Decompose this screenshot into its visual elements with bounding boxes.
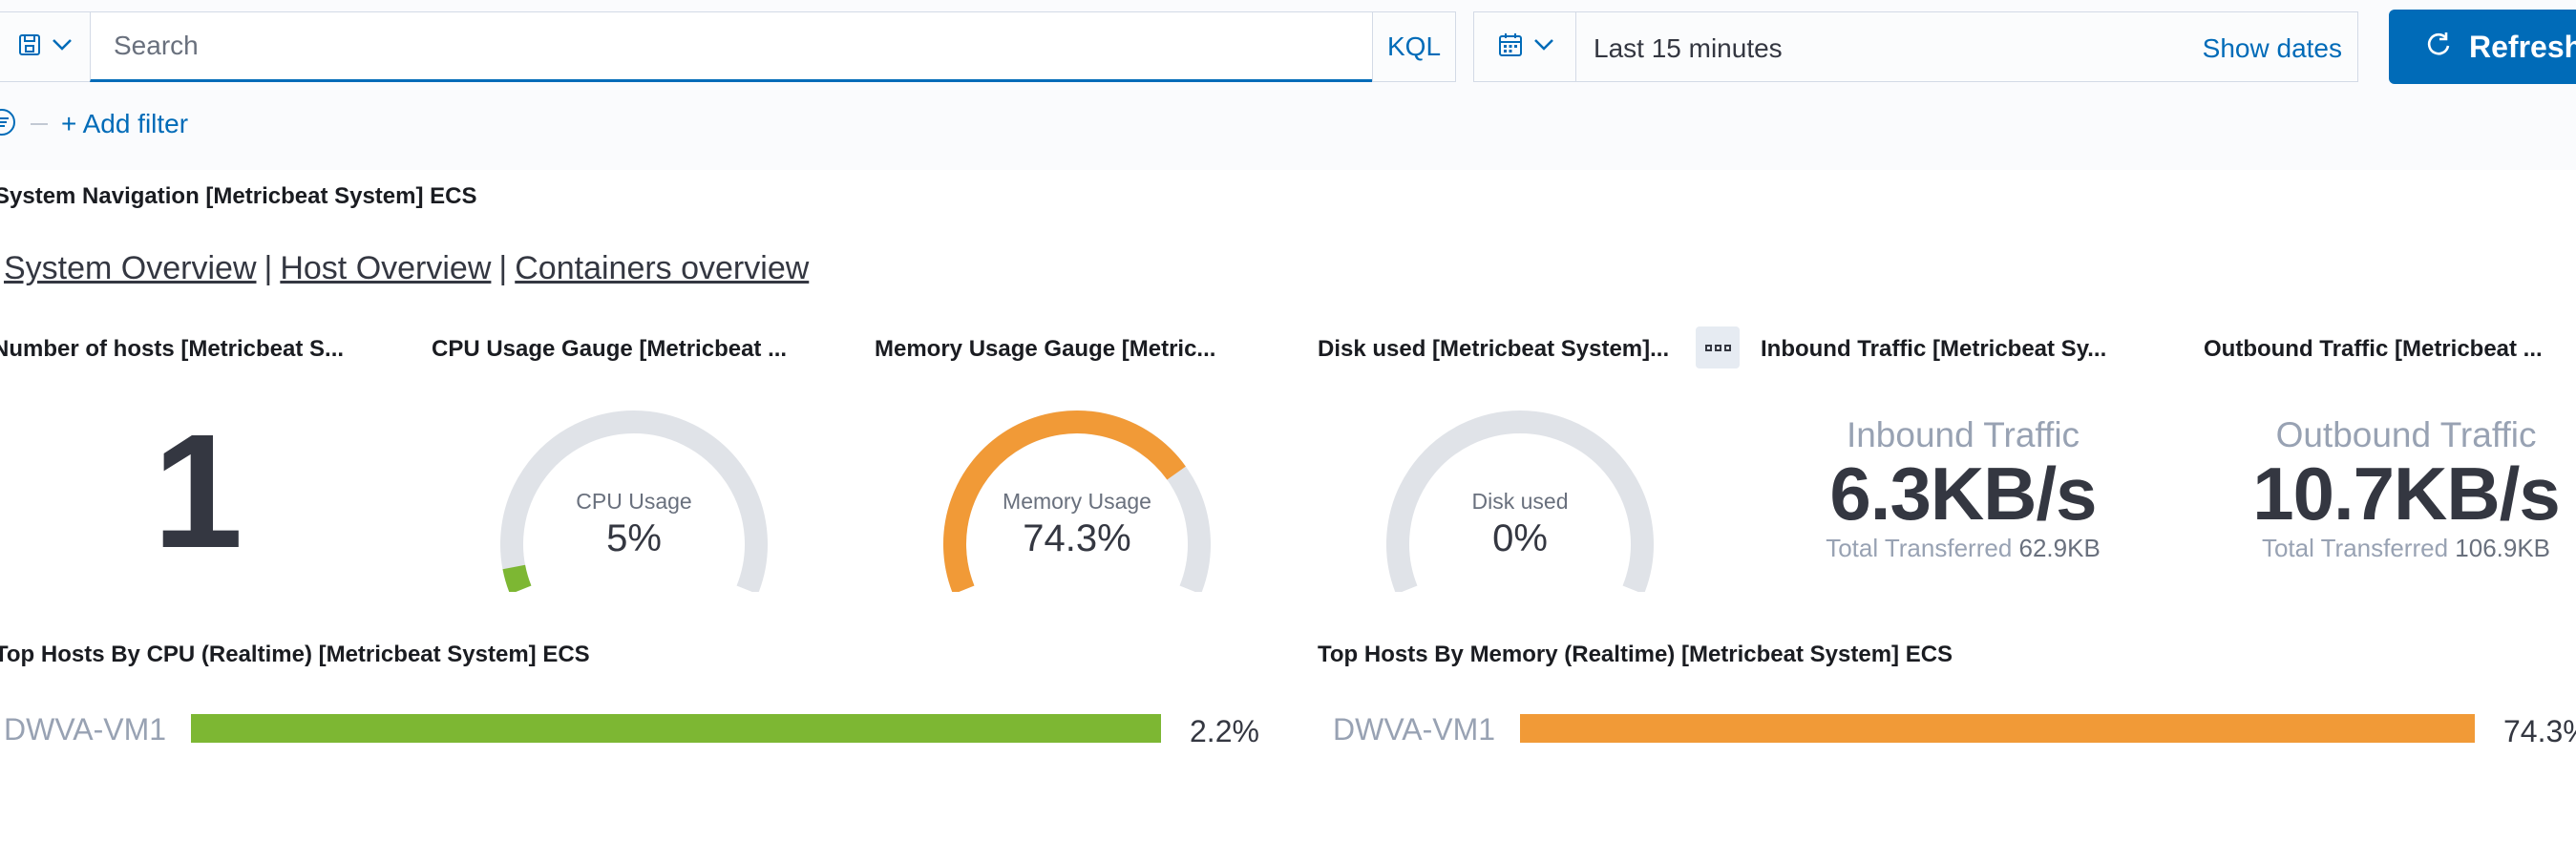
total-value: 106.9KB: [2455, 533, 2551, 562]
total-label: Total Transferred: [1826, 533, 2013, 562]
total-value: 62.9KB: [2018, 533, 2101, 562]
link-system-overview[interactable]: System Overview: [4, 250, 257, 286]
hosts-count: 1: [153, 401, 243, 582]
refresh-button[interactable]: Refresh: [2389, 10, 2576, 84]
inbound-panel-title: Inbound Traffic [Metricbeat Sy...: [1761, 336, 2107, 362]
top-memory-panel-title: Top Hosts By Memory (Realtime) [Metricbe…: [1318, 642, 1953, 667]
total-label: Total Transferred: [2261, 533, 2449, 562]
memory-panel-title: Memory Usage Gauge [Metric...: [875, 336, 1216, 362]
gauge-value: 0%: [1492, 517, 1548, 559]
filter-options-icon[interactable]: [0, 107, 17, 142]
top-cpu-value: 2.2%: [1190, 714, 1259, 748]
time-range-text[interactable]: Last 15 minutes: [1594, 33, 1783, 64]
gauge-label: Memory Usage: [1003, 489, 1151, 514]
top-memory-host-label: DWVA-VM1: [1333, 712, 1496, 747]
traffic-label: Outbound Traffic: [2275, 415, 2537, 454]
hosts-panel-title: Number of hosts [Metricbeat S...: [0, 336, 345, 362]
kql-language-button[interactable]: KQL: [1372, 11, 1456, 82]
top-memory-value: 74.3%: [2503, 714, 2576, 748]
inbound-traffic-metric: Inbound Traffic 6.3KB/s Total Transferre…: [1753, 415, 2173, 563]
save-icon: [17, 32, 42, 62]
filter-divider: [31, 123, 48, 125]
chevron-down-icon: [52, 38, 73, 56]
calendar-icon: [1497, 32, 1524, 63]
traffic-total: Total Transferred 106.9KB: [2196, 534, 2576, 563]
quick-date-menu-button[interactable]: [1473, 11, 1576, 82]
gauge-label: Disk used: [1471, 489, 1569, 514]
disk-panel-title: Disk used [Metricbeat System]...: [1318, 336, 1670, 362]
traffic-total: Total Transferred 62.9KB: [1753, 534, 2173, 563]
disk-used-gauge: Disk used 0%: [1377, 401, 1663, 592]
traffic-value: 10.7KB/s: [2252, 451, 2561, 536]
traffic-value: 6.3KB/s: [1829, 451, 2097, 536]
gauge-fill: [502, 564, 532, 592]
date-range-picker[interactable]: Last 15 minutes Show dates: [1575, 11, 2358, 82]
memory-usage-gauge: Memory Usage 74.3%: [934, 401, 1220, 592]
saved-query-button[interactable]: [0, 11, 90, 82]
add-filter-button[interactable]: + Add filter: [61, 109, 188, 139]
show-dates-button[interactable]: Show dates: [2203, 33, 2342, 64]
top-cpu-panel-title: Top Hosts By CPU (Realtime) [Metricbeat …: [0, 642, 590, 667]
filter-bar: + Add filter: [0, 105, 188, 143]
chevron-down-icon: [1533, 38, 1554, 56]
outbound-traffic-metric: Outbound Traffic 10.7KB/s Total Transfer…: [2196, 415, 2576, 563]
gauge-label: CPU Usage: [576, 489, 692, 514]
navigation-links: System Overview | Host Overview | Containers…: [4, 250, 809, 287]
gauge-value: 5%: [606, 517, 662, 559]
gauge-value: 74.3%: [1023, 517, 1131, 559]
navigation-panel-title: System Navigation [Metricbeat System] EC…: [0, 183, 477, 209]
top-memory-bar[interactable]: [1520, 714, 2475, 743]
boxes-horizontal-icon: [1704, 344, 1712, 351]
refresh-icon: [2425, 30, 2452, 65]
link-separator: |: [264, 250, 273, 286]
search-field[interactable]: [90, 11, 1373, 82]
top-cpu-host-label: DWVA-VM1: [4, 712, 167, 747]
panel-options-button[interactable]: [1696, 326, 1740, 368]
cpu-usage-gauge: CPU Usage 5%: [491, 401, 777, 592]
refresh-label: Refresh: [2469, 29, 2576, 64]
link-containers-overview[interactable]: Containers overview: [515, 250, 809, 286]
link-host-overview[interactable]: Host Overview: [280, 250, 491, 286]
link-separator: |: [498, 250, 508, 286]
search-input[interactable]: [114, 28, 1336, 64]
traffic-label: Inbound Traffic: [1846, 415, 2080, 454]
cpu-panel-title: CPU Usage Gauge [Metricbeat ...: [432, 336, 788, 362]
outbound-panel-title: Outbound Traffic [Metricbeat ...: [2204, 336, 2543, 362]
top-cpu-bar[interactable]: [191, 714, 1161, 743]
